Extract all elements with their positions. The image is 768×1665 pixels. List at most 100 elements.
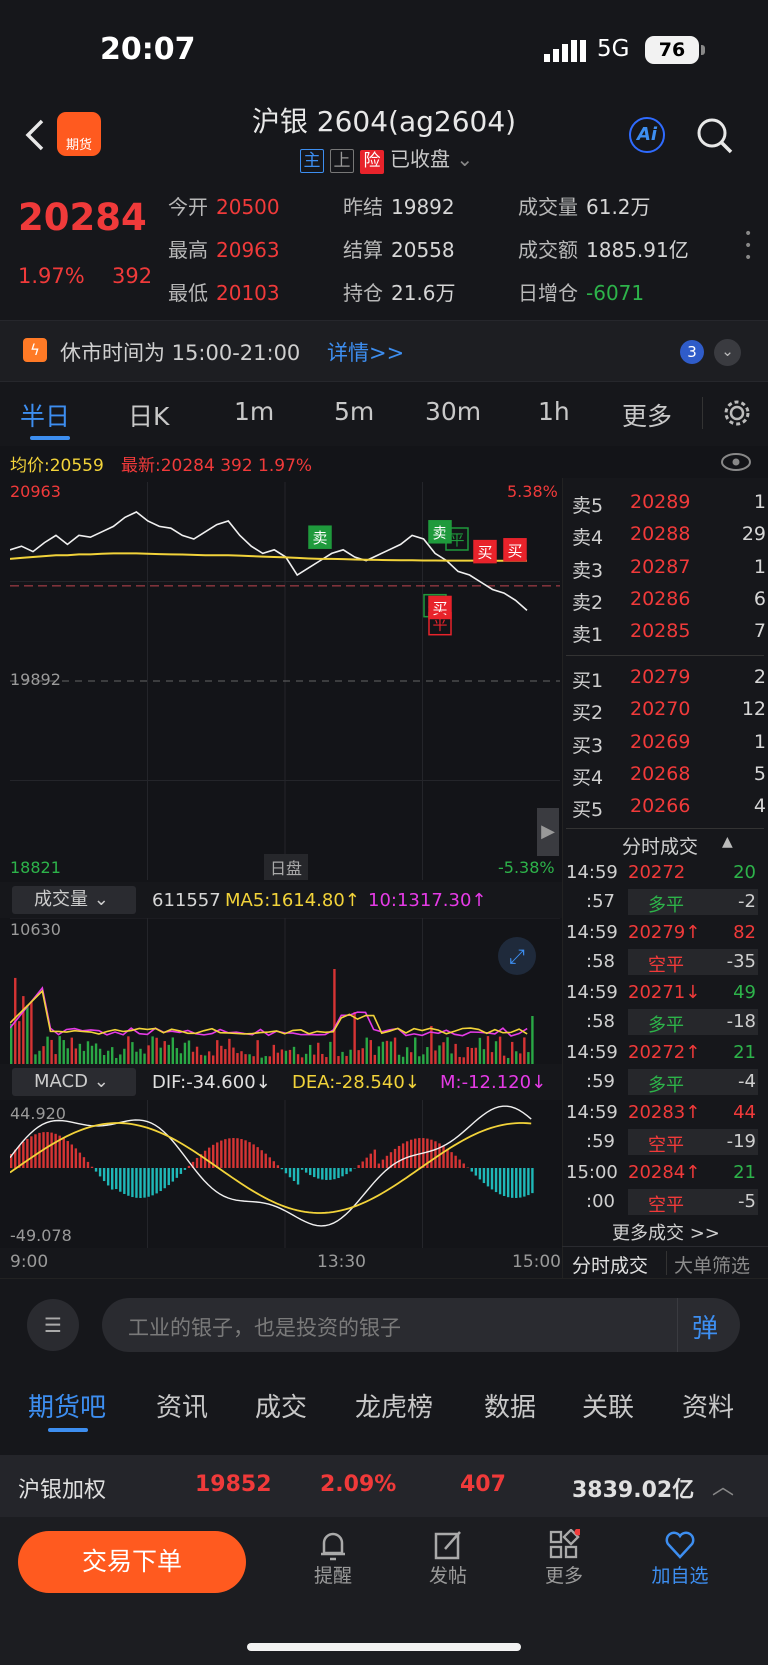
bid-row[interactable]: 买4 20268 5 [572, 763, 766, 791]
ask-row[interactable]: 卖4 20288 29 [572, 523, 766, 551]
bid-qty: 4 [753, 795, 766, 818]
volume-bar [171, 1037, 175, 1064]
search-icon[interactable] [695, 116, 735, 156]
macd-hist-bar [304, 1168, 308, 1173]
tab-big-orders[interactable]: 大单筛选 [674, 1251, 750, 1278]
volume-bar [191, 1051, 195, 1064]
tab-forum[interactable]: 期货吧 [28, 1387, 106, 1424]
tick-row: 14:59 20272↑ 21 [566, 1042, 762, 1068]
gear-icon[interactable] [722, 398, 752, 428]
volume-bar [527, 1052, 530, 1064]
tab-profile[interactable]: 资料 [682, 1387, 734, 1424]
danmu-settings-icon[interactable]: ☰ [27, 1299, 79, 1351]
tab-1h[interactable]: 1h [538, 397, 570, 426]
volume-bar [264, 1056, 267, 1064]
bid-row[interactable]: 买3 20269 1 [572, 731, 766, 759]
macd-hist-bar [34, 1134, 37, 1168]
tab-trades[interactable]: 成交 [255, 1387, 307, 1424]
danmu-toggle[interactable]: 弹 [692, 1308, 718, 1345]
tick-volume: 21 [733, 1042, 756, 1063]
comment-input[interactable]: 工业的银子，也是投资的银子 弹 [102, 1298, 740, 1352]
volume-bar [280, 1049, 284, 1064]
bid-row[interactable]: 买5 20266 4 [572, 795, 766, 823]
tick-price: 20271↓ [628, 982, 701, 1003]
tick-volume: 20 [733, 862, 756, 883]
macd-dea: DEA:-28.540↓ [292, 1072, 420, 1093]
notice-detail-link[interactable]: 详情>> [327, 337, 404, 367]
tick-time: 14:59 [566, 922, 618, 943]
notice-bar[interactable]: ϟ 休市时间为 15:00-21:00 详情>> 3 ⌄ [0, 320, 768, 382]
tab-related[interactable]: 关联 [582, 1387, 634, 1424]
tab-ticks[interactable]: 分时成交 [572, 1251, 648, 1278]
macd-hist-bar [442, 1145, 445, 1168]
nav-post[interactable]: 发帖 [408, 1529, 488, 1588]
weighted-change: 407 [460, 1472, 506, 1497]
oi-row: 持仓 21.6万 [343, 277, 456, 306]
price-chart[interactable]: 卖卖平买买平买平 [10, 482, 560, 880]
tab-half-day[interactable]: 半日 [20, 397, 70, 433]
chevron-up-icon[interactable]: ▲ [722, 834, 733, 850]
more-dots-icon[interactable]: • • • [744, 227, 752, 265]
ask-row[interactable]: 卖5 20289 1 [572, 491, 766, 519]
nav-remind[interactable]: 提醒 [293, 1529, 373, 1588]
volume-bar [34, 1054, 37, 1064]
macd-hist-bar [74, 1148, 78, 1168]
volume-bar [397, 1054, 401, 1064]
macd-chart[interactable] [10, 1100, 560, 1248]
tab-5m[interactable]: 5m [334, 397, 374, 426]
macd-selector[interactable]: MACD ⌄ [12, 1068, 136, 1096]
volume-bar [296, 1054, 300, 1064]
macd-hist-bar [179, 1168, 183, 1174]
tab-day-k[interactable]: 日K [128, 397, 169, 433]
volume-bar [361, 1048, 364, 1064]
tab-dragon-tiger[interactable]: 龙虎榜 [355, 1387, 433, 1424]
trade-order-button[interactable]: 交易下单 [18, 1531, 246, 1593]
home-indicator [247, 1643, 521, 1651]
volume-bar [248, 1054, 251, 1064]
tab-news[interactable]: 资讯 [156, 1387, 208, 1424]
macd-hist-bar [119, 1168, 122, 1192]
ask-row[interactable]: 卖1 20285 7 [572, 620, 766, 648]
bid-row[interactable]: 买2 20270 12 [572, 698, 766, 726]
tab-more[interactable]: 更多 [622, 397, 672, 433]
chevron-up-icon[interactable]: ︿ [712, 1469, 734, 1501]
macd-hist-bar [82, 1157, 86, 1168]
tab-data[interactable]: 数据 [484, 1387, 536, 1424]
chevron-down-icon[interactable]: ⌄ [714, 339, 741, 366]
ask-row[interactable]: 卖3 20287 1 [572, 556, 766, 584]
macd-hist-bar [102, 1168, 106, 1182]
ai-icon[interactable]: Ai [629, 117, 665, 153]
expand-orderbook-icon[interactable]: ▶ [537, 808, 559, 856]
tick-kind: 空平 [648, 1135, 684, 1156]
nav-more[interactable]: 更多 [524, 1529, 604, 1588]
market-state[interactable]: 已收盘 [390, 147, 450, 171]
trade-marker: 卖 [428, 520, 452, 544]
volume-bar [199, 1054, 203, 1064]
bid-row[interactable]: 买1 20279 2 [572, 666, 766, 694]
y-bottom-label: 18821 [10, 858, 61, 877]
trade-marker: 平 [445, 527, 469, 551]
macd-hist-bar [78, 1152, 82, 1168]
tab-30m[interactable]: 30m [425, 397, 481, 426]
prev-settle-value: 19892 [391, 195, 455, 219]
more-ticks-link[interactable]: 更多成交 >> [612, 1219, 720, 1245]
volume-bar [127, 1036, 130, 1064]
volume-bar [212, 1055, 215, 1064]
chart-info-bar: 均价:20559 最新:20284 392 1.97% [0, 446, 768, 478]
chevron-down-icon[interactable]: ⌄ [450, 147, 473, 171]
macd-hist-bar [276, 1165, 280, 1168]
eye-icon[interactable] [720, 452, 752, 472]
weighted-index-row[interactable]: 沪银加权 19852 2.09% 407 3839.02亿 ︿ [0, 1455, 768, 1517]
tick-oi-delta: -4 [738, 1071, 756, 1092]
macd-bottom-label: -49.078 [10, 1226, 72, 1245]
volume-selector[interactable]: 成交量 ⌄ [12, 886, 136, 914]
macd-hist-bar [106, 1168, 110, 1186]
ask-row[interactable]: 卖2 20286 6 [572, 588, 766, 616]
tab-1m[interactable]: 1m [234, 397, 274, 426]
fullscreen-icon[interactable]: ⤢ [498, 937, 536, 975]
volume-bar [531, 1016, 534, 1064]
volume-chart[interactable] [10, 918, 560, 1064]
nav-favorite[interactable]: 加自选 [640, 1529, 720, 1588]
macd-hist-bar [167, 1168, 170, 1186]
volume-bar [143, 1053, 146, 1064]
